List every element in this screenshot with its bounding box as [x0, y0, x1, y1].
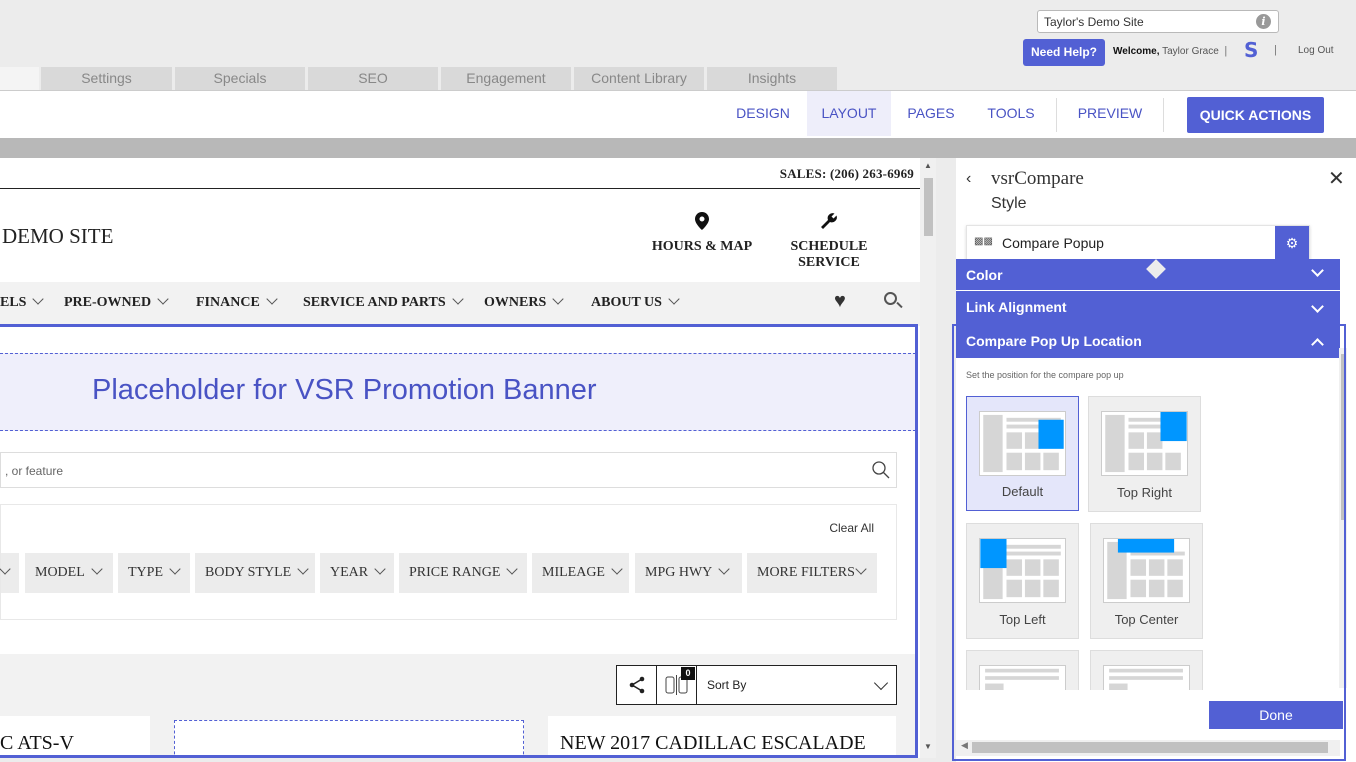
gear-icon[interactable]: ⚙	[1275, 226, 1309, 260]
nav-label: ELS	[0, 295, 27, 310]
quick-actions-button[interactable]: QUICK ACTIONS	[1187, 97, 1324, 133]
cars-icon: ▩▩	[974, 236, 993, 247]
site-brand[interactable]: DEMO SITE	[2, 224, 113, 249]
tab-seo[interactable]: SEO	[308, 67, 438, 90]
chevron-down-icon	[32, 293, 45, 305]
wrench-icon	[760, 212, 898, 235]
nav-item-models[interactable]: ELS	[0, 293, 45, 311]
hours-map-link[interactable]: HOURS & MAP	[648, 212, 756, 255]
tab-specials[interactable]: Specials	[175, 67, 305, 90]
divider	[1056, 98, 1057, 132]
sales-phone[interactable]: SALES: (206) 263-6969	[780, 166, 914, 182]
chevron-down-icon	[452, 293, 464, 305]
toolbar-tools[interactable]: TOOLS	[979, 91, 1043, 136]
tab-settings[interactable]: Settings	[41, 67, 172, 90]
editor-toolbar: DESIGN LAYOUT PAGES TOOLS PREVIEW QUICK …	[0, 90, 1356, 138]
map-pin-icon	[648, 212, 756, 235]
site-select[interactable]: Taylor's Demo Site i	[1037, 10, 1279, 33]
chevron-down-icon	[668, 293, 680, 305]
nav-item-service-parts[interactable]: SERVICE AND PARTS	[303, 293, 464, 311]
nav-item-about-us[interactable]: ABOUT US	[591, 293, 680, 311]
chevron-down-icon	[1311, 300, 1324, 313]
nav-label: SERVICE AND PARTS	[303, 295, 446, 310]
widget-style-value: Compare Popup	[1002, 235, 1104, 251]
brand-s-icon[interactable]: S	[1244, 40, 1262, 60]
divider	[0, 188, 920, 189]
toolbar-design[interactable]: DESIGN	[727, 91, 799, 136]
welcome-text: Welcome, Taylor Grace |	[1113, 45, 1227, 57]
selected-panel-outline	[952, 324, 1346, 761]
schedule-service-link[interactable]: SCHEDULE SERVICE	[760, 212, 898, 271]
divider	[1163, 98, 1164, 132]
scroll-down-arrow-icon[interactable]: ▼	[924, 742, 932, 751]
user-name: Taylor Grace	[1162, 46, 1219, 57]
need-help-button[interactable]: Need Help?	[1023, 39, 1105, 66]
separator: |	[1224, 45, 1228, 57]
nav-item-pre-owned[interactable]: PRE-OWNED	[64, 293, 169, 311]
search-icon[interactable]	[884, 292, 897, 305]
tab-content-library[interactable]: Content Library	[574, 67, 704, 90]
canvas-scrollbar-thumb[interactable]	[924, 178, 933, 236]
toolbar-pages[interactable]: PAGES	[899, 91, 963, 136]
site-select-value: Taylor's Demo Site	[1044, 15, 1144, 29]
nav-item-owners[interactable]: OWNERS	[484, 293, 564, 311]
nav-label: FINANCE	[196, 295, 260, 310]
canvas-scrollbar[interactable]	[920, 158, 936, 758]
close-icon[interactable]: ✕	[1328, 166, 1345, 191]
chevron-down-icon	[266, 293, 278, 305]
chevron-down-icon	[157, 293, 169, 305]
toolbar-layout[interactable]: LAYOUT	[807, 91, 891, 136]
info-icon[interactable]: i	[1256, 14, 1271, 29]
tab-engagement[interactable]: Engagement	[441, 67, 571, 90]
selected-widget-outline	[0, 324, 918, 758]
schedule-service-label: SCHEDULE SERVICE	[790, 239, 868, 270]
heart-icon[interactable]: ♥	[834, 290, 846, 313]
hours-map-label: HOURS & MAP	[651, 239, 753, 254]
welcome-label: Welcome,	[1113, 46, 1160, 57]
back-chevron-icon[interactable]: ‹	[966, 170, 971, 188]
nav-item-finance[interactable]: FINANCE	[196, 293, 278, 311]
toolbar-preview[interactable]: PREVIEW	[1070, 91, 1150, 136]
canvas-gutter	[0, 138, 1356, 158]
chevron-down-icon	[552, 293, 564, 305]
nav-label: OWNERS	[484, 295, 547, 310]
tab-current[interactable]	[0, 67, 39, 90]
site-preview: SALES: (206) 263-6969 DEMO SITE HOURS & …	[0, 158, 920, 758]
site-nav: ELS PRE-OWNED FINANCE SERVICE AND PARTS …	[0, 282, 920, 326]
panel-subtitle: Style	[991, 195, 1027, 212]
scroll-up-arrow-icon[interactable]: ▲	[924, 161, 932, 170]
separator: |	[1274, 44, 1277, 56]
accordion-label: Color	[966, 267, 1003, 283]
widget-style-select[interactable]: ▩▩ Compare Popup ⚙	[966, 225, 1310, 261]
nav-label: ABOUT US	[591, 295, 662, 310]
chevron-down-icon	[1311, 264, 1324, 277]
accordion-label: Link Alignment	[966, 299, 1067, 315]
accordion-link-alignment[interactable]: Link Alignment	[956, 291, 1340, 324]
accordion-color[interactable]: Color	[956, 259, 1340, 290]
panel-title: vsrCompare	[991, 168, 1084, 189]
nav-label: PRE-OWNED	[64, 295, 152, 310]
logout-link[interactable]: Log Out	[1298, 45, 1334, 56]
tab-insights[interactable]: Insights	[707, 67, 837, 90]
